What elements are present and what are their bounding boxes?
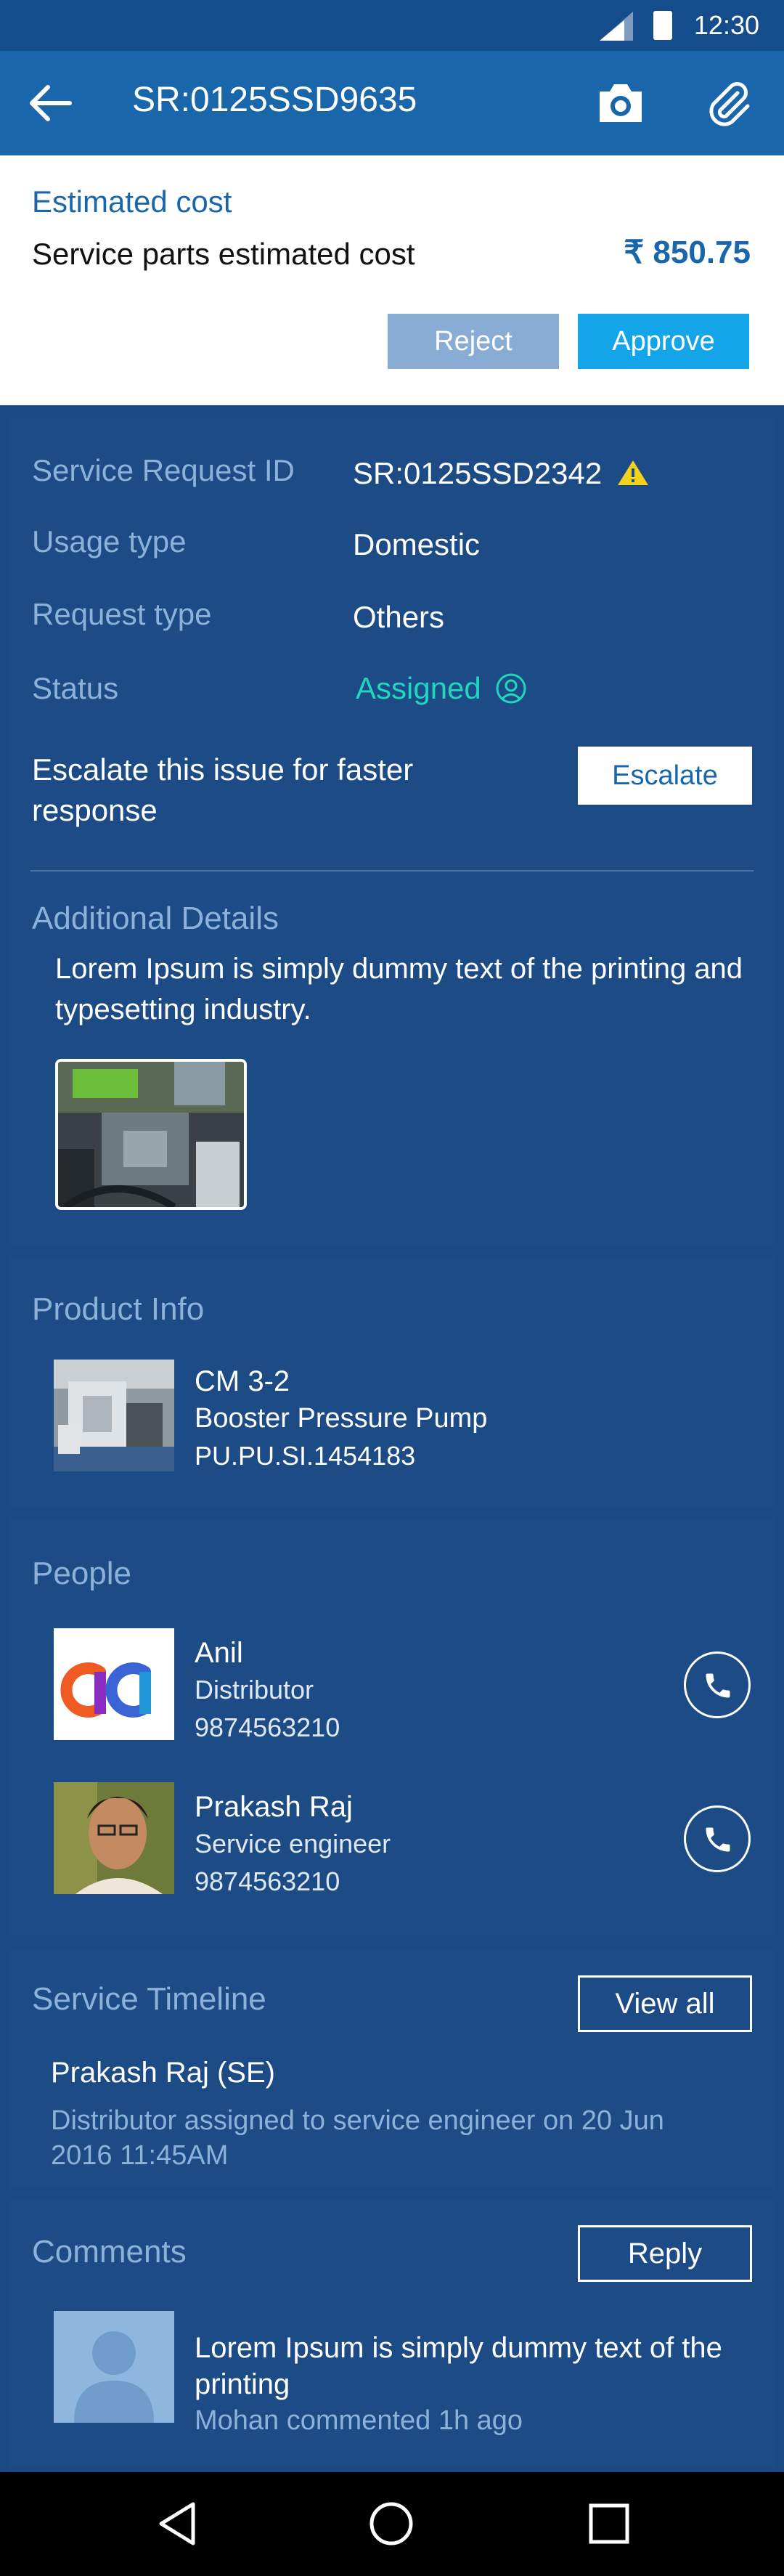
divider bbox=[30, 870, 754, 871]
paperclip-icon[interactable] bbox=[706, 80, 752, 126]
status-badge: Assigned bbox=[356, 671, 481, 705]
app-bar: SR:0125SSD9635 bbox=[0, 51, 784, 155]
field-key-request-type: Request type bbox=[32, 597, 212, 631]
timeline-entry-description: Distributor assigned to service engineer… bbox=[51, 2105, 664, 2171]
people-title: People bbox=[32, 1556, 132, 1591]
comment-text: Lorem Ipsum is simply dummy text of the … bbox=[195, 2332, 722, 2400]
page-title: SR:0125SSD9635 bbox=[132, 81, 417, 119]
service-timeline-card: Service Timeline View all Prakash Raj (S… bbox=[9, 1949, 775, 2189]
avatar bbox=[54, 1782, 174, 1894]
additional-details-text: Lorem Ipsum is simply dummy text of the … bbox=[55, 953, 743, 1025]
additional-details-title: Additional Details bbox=[32, 901, 279, 936]
person-phone: 9874563210 bbox=[195, 1712, 340, 1742]
escalate-button[interactable]: Escalate bbox=[578, 747, 752, 805]
warning-icon bbox=[617, 460, 648, 485]
agent-icon bbox=[496, 673, 526, 704]
phone-icon bbox=[706, 1673, 730, 1698]
person-role: Distributor bbox=[195, 1675, 314, 1705]
field-key-usage-type: Usage type bbox=[32, 524, 187, 558]
battery-icon bbox=[653, 11, 672, 40]
reply-button[interactable]: Reply bbox=[578, 2225, 752, 2282]
comments-title: Comments bbox=[32, 2234, 187, 2270]
call-button[interactable] bbox=[684, 1651, 751, 1718]
nav-recents-icon[interactable] bbox=[584, 2498, 634, 2549]
field-value-request-id: SR:0125SSD2342 bbox=[353, 456, 650, 491]
request-id-text: SR:0125SSD2342 bbox=[353, 456, 603, 490]
call-button[interactable] bbox=[684, 1805, 751, 1872]
product-model: CM 3-2 bbox=[195, 1365, 290, 1397]
field-value-usage-type: Domestic bbox=[353, 527, 481, 561]
avatar bbox=[54, 1628, 174, 1740]
field-key-request-id: Service Request ID bbox=[32, 453, 295, 487]
field-value-status: Assigned bbox=[356, 671, 527, 706]
phone-icon bbox=[706, 1827, 730, 1852]
field-value-request-type: Others bbox=[353, 600, 445, 634]
clock: 12:30 bbox=[693, 10, 759, 40]
person-phone: 9874563210 bbox=[195, 1866, 340, 1896]
timeline-entry-name: Prakash Raj (SE) bbox=[51, 2057, 275, 2089]
product-info-card: Product Info CM 3-2 Booster Pressure Pum… bbox=[9, 1256, 775, 1506]
person-role: Service engineer bbox=[195, 1829, 391, 1858]
person-name: Prakash Raj bbox=[195, 1791, 353, 1823]
comments-card: Comments Reply Lorem Ipsum is simply dum… bbox=[9, 2201, 775, 2468]
product-name: Booster Pressure Pump bbox=[195, 1403, 488, 1434]
timeline-title: Service Timeline bbox=[32, 1981, 266, 2017]
status-bar: 12:30 bbox=[0, 0, 784, 51]
back-arrow-icon[interactable] bbox=[26, 81, 73, 125]
product-info-title: Product Info bbox=[32, 1291, 205, 1327]
nav-home-icon[interactable] bbox=[366, 2498, 417, 2549]
people-card: People Anil Distributor 9874563210 Praka… bbox=[9, 1518, 775, 1935]
person-name: Anil bbox=[195, 1637, 243, 1669]
approve-button[interactable]: Approve bbox=[578, 314, 749, 369]
signal-icon bbox=[600, 12, 633, 41]
field-key-status: Status bbox=[32, 671, 119, 705]
reject-button[interactable]: Reject bbox=[388, 314, 559, 369]
camera-icon[interactable] bbox=[595, 80, 646, 126]
attachment-thumbnail[interactable] bbox=[55, 1059, 247, 1210]
estimated-cost-label: Estimated cost bbox=[32, 184, 232, 219]
estimated-cost-amount: ₹ 850.75 bbox=[624, 235, 751, 270]
estimated-cost-description: Service parts estimated cost bbox=[32, 237, 415, 271]
product-image bbox=[54, 1360, 174, 1471]
escalate-text: Escalate this issue for faster response bbox=[32, 752, 414, 827]
nav-back-icon[interactable] bbox=[152, 2498, 203, 2549]
request-details-card: Service Request ID SR:0125SSD2342 Usage … bbox=[9, 418, 775, 1245]
product-serial: PU.PU.SI.1454183 bbox=[195, 1441, 416, 1471]
view-all-button[interactable]: View all bbox=[578, 1975, 752, 2032]
system-nav-bar bbox=[0, 2472, 784, 2576]
estimated-cost-card: Estimated cost Service parts estimated c… bbox=[0, 155, 784, 405]
avatar bbox=[54, 2311, 174, 2423]
comment-meta: Mohan commented 1h ago bbox=[195, 2405, 523, 2436]
